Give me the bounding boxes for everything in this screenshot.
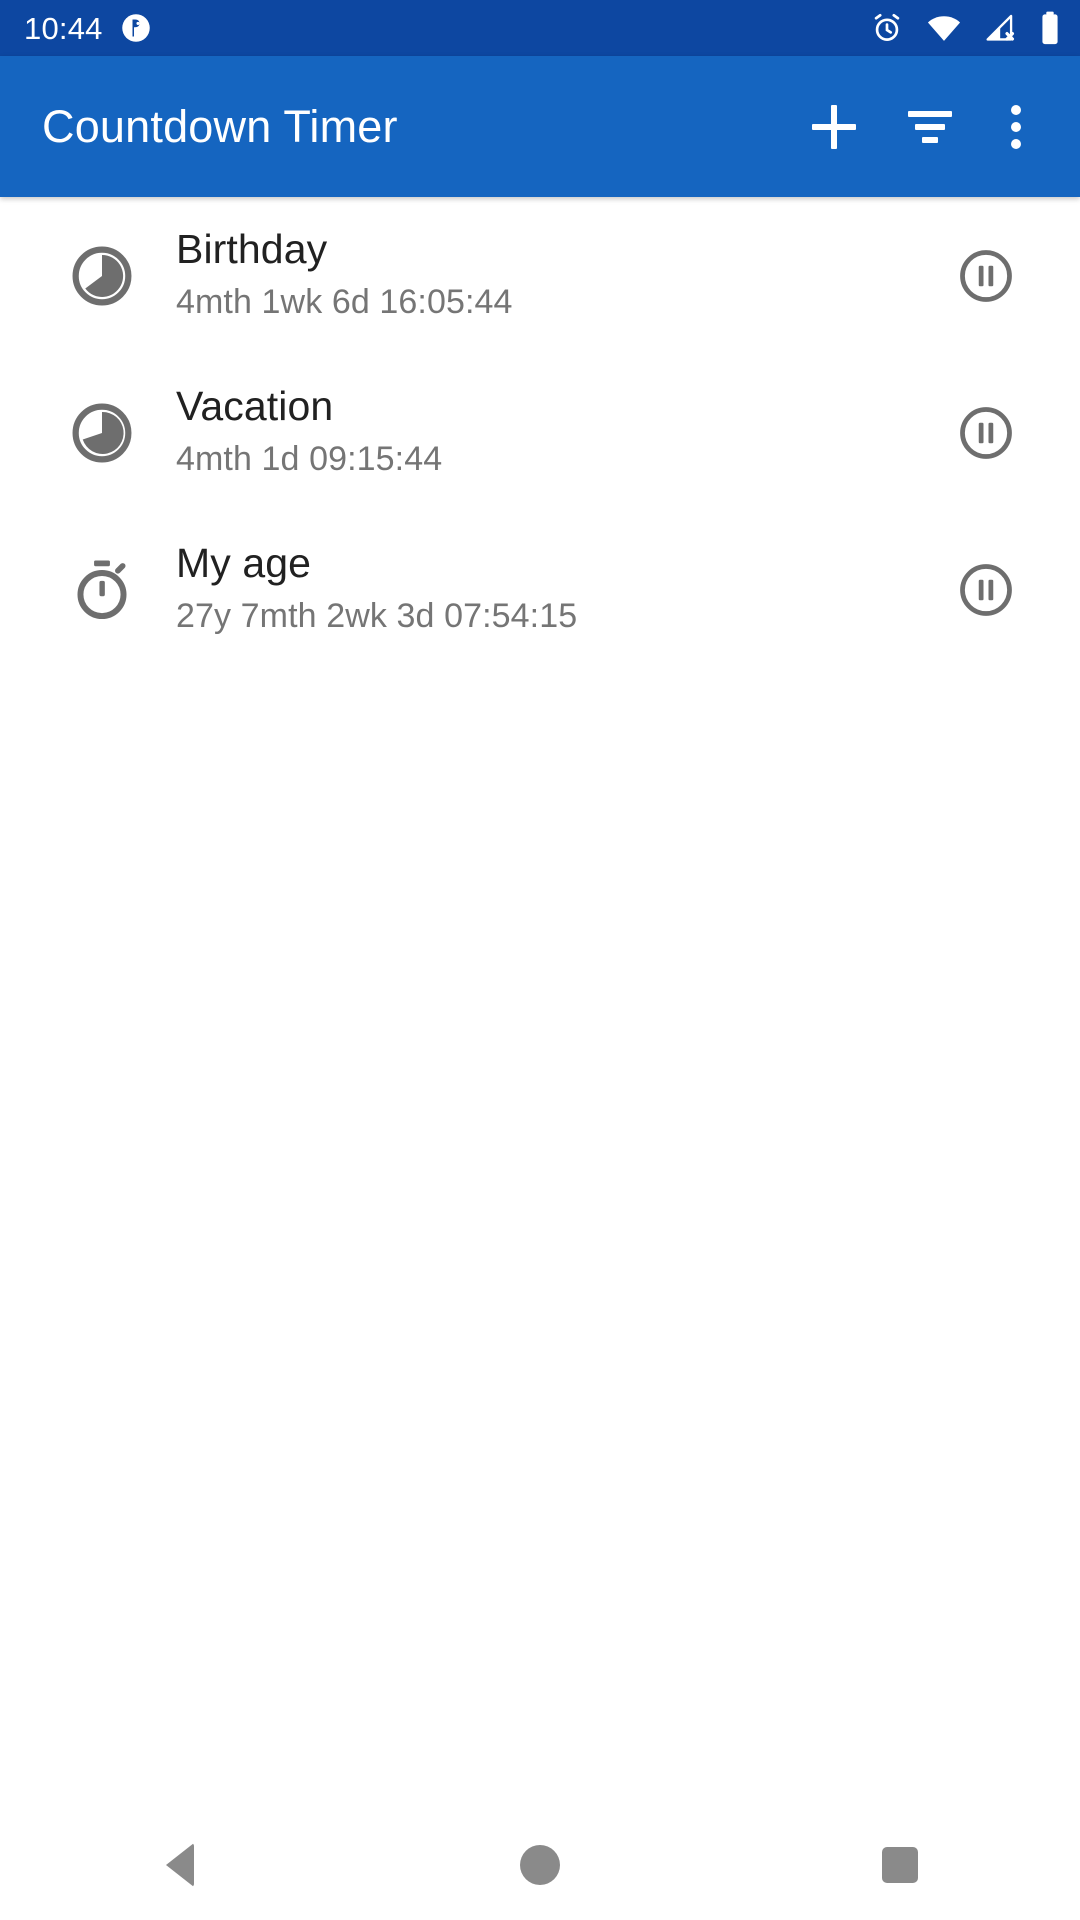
wifi-icon (926, 13, 962, 43)
stopwatch-icon[interactable] (68, 556, 136, 624)
timer-remaining: 4mth 1wk 6d 16:05:44 (176, 282, 513, 321)
status-bar-clock: 10:44 (24, 10, 103, 46)
home-circle-icon (520, 1845, 560, 1885)
timer-action-wrap (926, 246, 1046, 306)
pause-circle-icon[interactable] (956, 560, 1016, 620)
back-triangle-icon (166, 1843, 194, 1887)
status-bar-notification-area (121, 13, 151, 43)
more-vert-icon (1011, 104, 1021, 149)
overflow-menu-button[interactable] (978, 79, 1054, 175)
nav-home-button[interactable] (360, 1845, 720, 1885)
cellular-off-icon (984, 13, 1018, 43)
timer-list-item[interactable]: Vacation 4mth 1d 09:15:44 (0, 354, 1080, 511)
pie-progress-icon[interactable] (68, 399, 136, 467)
timer-remaining: 4mth 1d 09:15:44 (176, 439, 443, 478)
timer-list-item[interactable]: Birthday 4mth 1wk 6d 16:05:44 (0, 197, 1080, 354)
pause-circle-icon[interactable] (956, 246, 1016, 306)
timer-list-item[interactable]: My age 27y 7mth 2wk 3d 07:54:15 (0, 511, 1080, 668)
timer-stopwatch-icon-wrap (34, 556, 170, 624)
timer-progress-icon-wrap (34, 242, 170, 310)
alarm-icon (870, 11, 904, 45)
app-bar: Countdown Timer (0, 56, 1080, 197)
add-timer-button[interactable] (786, 79, 882, 175)
page-title: Countdown Timer (42, 101, 398, 152)
filter-sort-icon (908, 110, 952, 143)
timer-action-wrap (926, 560, 1046, 620)
app-bar-actions (786, 79, 1054, 175)
timer-remaining: 27y 7mth 2wk 3d 07:54:15 (176, 596, 578, 635)
navigation-bar (0, 1810, 1080, 1920)
timer-progress-icon-wrap (34, 399, 170, 467)
sort-button[interactable] (882, 79, 978, 175)
app-screen: 10:44 Countdown Timer Birthday 4mth 1wk … (0, 0, 1080, 1920)
recents-square-icon (882, 1847, 918, 1883)
battery-icon (1040, 11, 1060, 45)
timer-list: Birthday 4mth 1wk 6d 16:05:44 Vacation 4… (0, 197, 1080, 668)
timer-title: Birthday (176, 226, 328, 272)
timer-action-wrap (926, 403, 1046, 463)
nav-back-button[interactable] (0, 1843, 360, 1887)
timer-text: Vacation 4mth 1d 09:15:44 (170, 384, 926, 482)
status-bar: 10:44 (0, 0, 1080, 56)
timer-title: Vacation (176, 383, 334, 429)
pause-circle-icon[interactable] (956, 403, 1016, 463)
timer-text: Birthday 4mth 1wk 6d 16:05:44 (170, 227, 926, 325)
plus-icon (812, 104, 856, 149)
timer-text: My age 27y 7mth 2wk 3d 07:54:15 (170, 541, 926, 639)
pie-progress-icon[interactable] (68, 242, 136, 310)
status-bar-system-icons (870, 11, 1060, 45)
app-notification-icon (121, 13, 151, 43)
timer-title: My age (176, 540, 312, 586)
nav-recents-button[interactable] (720, 1847, 1080, 1883)
